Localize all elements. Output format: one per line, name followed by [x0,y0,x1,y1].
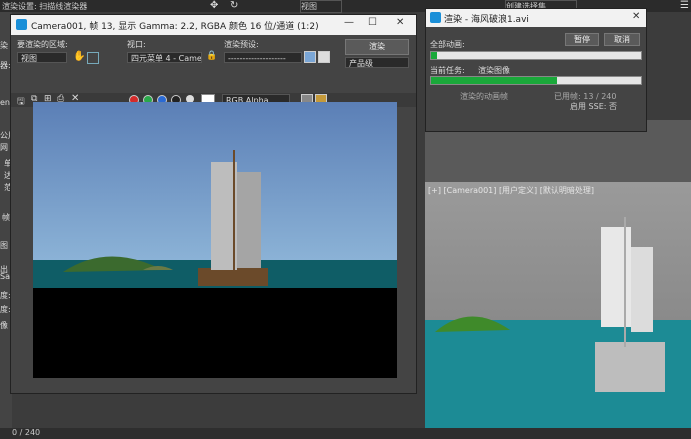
save-icon[interactable]: 🖫 [17,94,25,110]
viewport-dropdown[interactable]: 四元菜单 4 - Camera001 [127,52,202,63]
preset-label: 渲染预设: [224,40,259,49]
viewport-label[interactable]: [+] [Camera001] [用户定义] [默认明暗处理] [428,185,594,196]
task-label: 当前任务: [430,66,465,75]
crop-icon[interactable] [87,52,99,64]
progress-titlebar[interactable]: 渲染 - 海风破浪1.avi ✕ [426,9,646,27]
viewport-label: 视口: [127,40,146,49]
move-icon[interactable]: ✥ [210,0,218,11]
setup-label: 像 [0,321,8,330]
render-button[interactable]: 渲染 [345,39,409,55]
camera-viewport[interactable] [425,182,691,428]
setup-label: 图 [0,241,8,250]
rendered-image [33,102,397,378]
setup-label: 帧 [2,213,10,222]
minimize-icon[interactable]: — [344,17,354,28]
environment-icon[interactable] [318,51,330,63]
max-view-dropdown[interactable]: 视图 [300,0,342,13]
frame-counter: 0 / 240 [12,428,41,437]
max-app-icon [430,12,441,23]
task-value: 渲染图像 [478,66,510,75]
render-setup-tab-title[interactable]: 渲染设置: 扫描线渲染器 [2,1,87,12]
frame-controls: 要渲染的区域: 视图 ✋ 视口: 四元菜单 4 - Camera001 🔒 渲染… [11,35,416,93]
close-icon[interactable]: ✕ [632,11,640,22]
area-label: 要渲染的区域: [17,40,68,49]
pause-button[interactable]: 暂停 [565,33,599,46]
overall-progress-bar [430,51,642,60]
rendered-frame-window: Camera001, 帧 13, 显示 Gamma: 2.2, RGBA 颜色 … [10,14,417,394]
hand-icon[interactable]: ✋ [73,51,85,62]
menu-icon[interactable]: ☰ [680,0,689,11]
frame-window-title: Camera001, 帧 13, 显示 Gamma: 2.2, RGBA 颜色 … [31,22,319,32]
rotate-icon[interactable]: ↻ [230,0,238,11]
frames-rendered-label: 渲染的动画帧 [460,92,508,101]
setup-label: Sa [0,272,10,281]
sse-status: 启用 SSE: 否 [570,102,617,111]
lock-icon[interactable]: 🔒 [206,51,217,61]
max-app-icon [16,19,27,30]
close-icon[interactable]: ✕ [396,17,404,28]
progress-title: 渲染 - 海风破浪1.avi [444,15,529,25]
cancel-button[interactable]: 取消 [604,33,640,46]
rendered-ship-scene [63,150,268,286]
area-dropdown[interactable]: 视图 [17,52,67,63]
timeline[interactable]: 0 / 240 [0,428,691,439]
overall-label: 全部动画: [430,40,465,49]
frame-window-titlebar[interactable]: Camera001, 帧 13, 显示 Gamma: 2.2, RGBA 颜色 … [11,15,416,35]
task-progress-bar [430,76,642,85]
maximize-icon[interactable]: ☐ [368,17,377,28]
render-setup-icon[interactable] [304,51,316,63]
setup-label: 网 [0,143,8,152]
product-level-dropdown[interactable]: 产品级 [345,57,409,68]
viewport-ship-scene [435,217,665,392]
setup-label: 染 [0,41,8,50]
render-progress-window: 渲染 - 海风破浪1.avi ✕ 全部动画: 暂停 取消 当前任务: 渲染图像 … [425,8,647,132]
preset-dropdown[interactable]: -------------------- [224,52,302,63]
